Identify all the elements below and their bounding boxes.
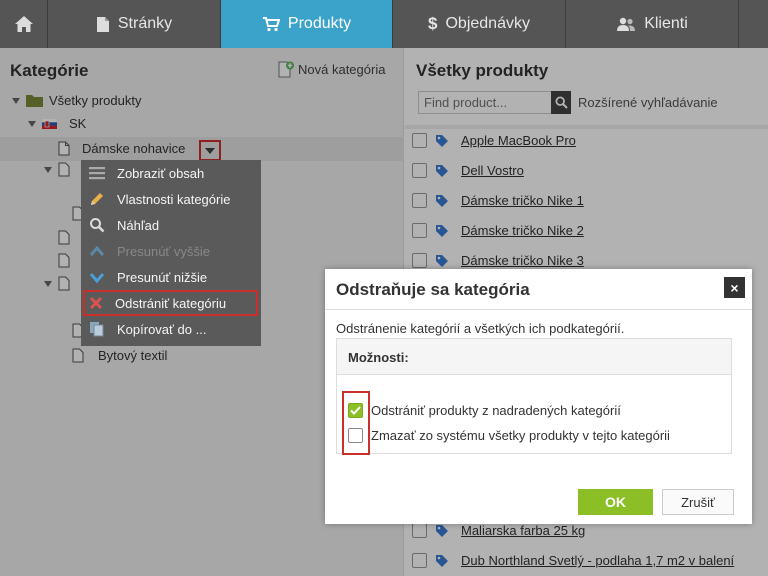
menu-item-show-content[interactable]: Zobraziť obsah: [81, 160, 261, 186]
tab-label: Produkty: [287, 15, 352, 32]
delete-category-dialog: Odstraňuje sa kategória × Odstránenie ka…: [325, 269, 752, 524]
pencil-icon: [91, 193, 103, 205]
home-icon: [14, 16, 33, 32]
chevron-down-icon: [89, 273, 105, 284]
copy-icon: [90, 322, 104, 337]
menu-item-label: Odstrániť kategóriu: [115, 295, 227, 311]
menu-item-label: Presunúť vyššie: [117, 243, 211, 259]
tab-klienti[interactable]: Klienti: [566, 0, 739, 48]
search-icon: [90, 218, 105, 233]
dialog-divider: [325, 309, 752, 310]
delete-x-icon: [89, 296, 103, 310]
menu-item-category-properties[interactable]: Vlastnosti kategórie: [81, 186, 261, 212]
menu-item-delete-category[interactable]: Odstrániť kategóriu: [83, 290, 258, 316]
tab-produkty[interactable]: Produkty: [221, 0, 393, 48]
menu-item-copy-to[interactable]: Kopírovať do ...: [81, 316, 261, 342]
options-header: Možnosti:: [337, 339, 731, 375]
dialog-description: Odstránenie kategórií a všetkých ich pod…: [336, 321, 625, 336]
options-box: Možnosti: Odstrániť produkty z nadradený…: [336, 338, 732, 454]
close-icon: ×: [730, 279, 739, 296]
menu-item-label: Zobraziť obsah: [117, 165, 205, 181]
menu-item-move-down[interactable]: Presunúť nižšie: [81, 264, 261, 290]
menu-item-label: Kopírovať do ...: [117, 321, 207, 337]
tab-label: Objednávky: [445, 15, 530, 32]
dollar-icon: $: [428, 14, 438, 33]
users-icon: [617, 17, 636, 31]
menu-item-move-up: Presunúť vyššie: [81, 238, 261, 264]
option-label: Zmazať zo systému všetky produkty v tejt…: [371, 428, 670, 443]
dialog-title: Odstraňuje sa kategória: [336, 280, 530, 299]
option-delete-products[interactable]: Zmazať zo systému všetky produkty v tejt…: [348, 428, 670, 443]
option-remove-from-parents[interactable]: Odstrániť produkty z nadradených kategór…: [348, 403, 621, 418]
chevron-up-icon: [89, 245, 105, 256]
top-navigation: Stránky Produkty $ Objednávky Klienti: [0, 0, 768, 48]
menu-item-preview[interactable]: Náhľad: [81, 212, 261, 238]
menu-item-label: Vlastnosti kategórie: [117, 191, 231, 207]
page-icon: [96, 16, 109, 32]
cart-icon: [262, 17, 280, 32]
option-label: Odstrániť produkty z nadradených kategór…: [371, 403, 621, 418]
tab-stranky[interactable]: Stránky: [48, 0, 221, 48]
home-button[interactable]: [0, 0, 48, 48]
cancel-button[interactable]: Zrušiť: [662, 489, 734, 515]
tab-label: Stránky: [117, 15, 173, 32]
checkbox-highlight: [342, 391, 370, 455]
tab-objednavky[interactable]: $ Objednávky: [393, 0, 566, 48]
tab-label: Klienti: [644, 15, 688, 32]
category-context-menu: Zobraziť obsah Vlastnosti kategórie Náhľ…: [81, 160, 261, 346]
close-button[interactable]: ×: [724, 277, 745, 298]
menu-item-label: Náhľad: [117, 217, 160, 233]
list-icon: [89, 167, 105, 180]
ok-button[interactable]: OK: [578, 489, 653, 515]
menu-item-label: Presunúť nižšie: [117, 269, 208, 285]
nav-filler: [739, 0, 768, 48]
